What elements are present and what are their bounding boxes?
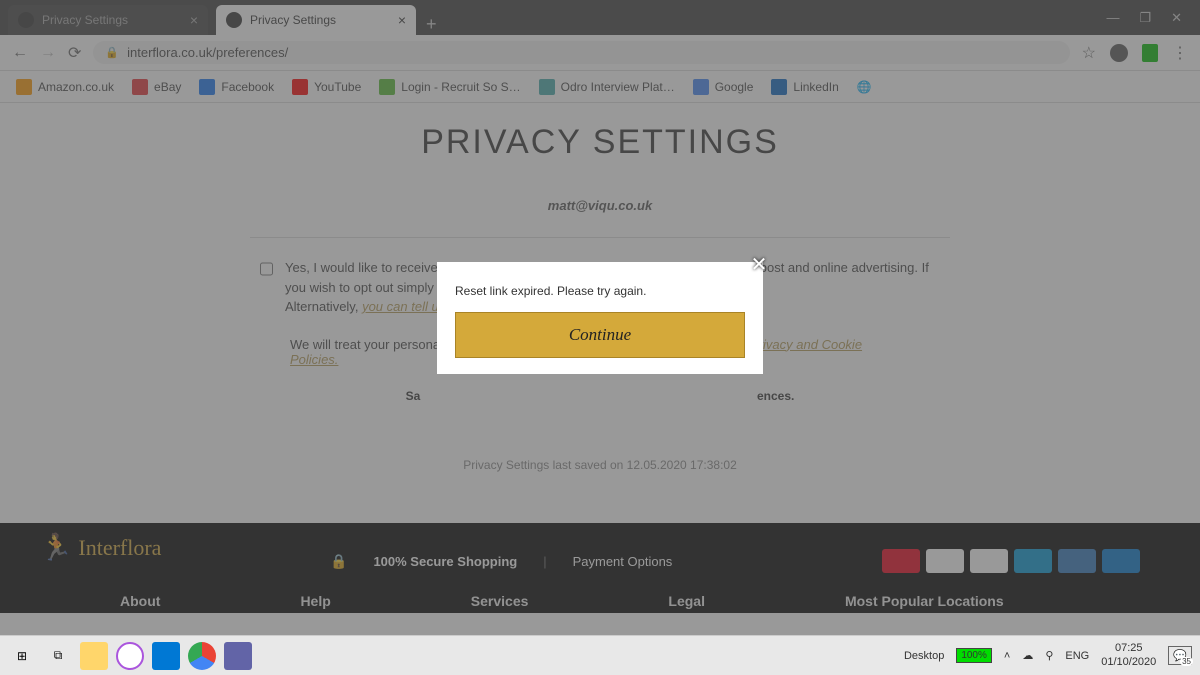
chrome-icon[interactable]	[188, 642, 216, 670]
clock[interactable]: 07:25 01/10/2020	[1101, 642, 1156, 668]
desktop-toolbar[interactable]: Desktop	[904, 650, 944, 662]
task-view-icon[interactable]: ⧉	[44, 642, 72, 670]
close-modal-button[interactable]: ✕	[747, 254, 771, 278]
tray-chevron-icon[interactable]: ˄	[1004, 650, 1010, 662]
continue-button[interactable]: Continue	[455, 312, 745, 358]
teams-icon[interactable]	[224, 642, 252, 670]
modal-overlay: ✕ Reset link expired. Please try again. …	[0, 0, 1200, 635]
modal-message: Reset link expired. Please try again.	[455, 284, 745, 298]
file-explorer-icon[interactable]	[80, 642, 108, 670]
windows-taskbar: ⊞ ⧉ Desktop 100% ˄ ☁ ⚲ ENG 07:25 01/10/2…	[0, 635, 1200, 675]
outlook-icon[interactable]	[152, 642, 180, 670]
onedrive-icon[interactable]: ☁	[1022, 649, 1033, 662]
notification-center[interactable]: 💬35	[1168, 646, 1192, 665]
battery-indicator[interactable]: 100%	[956, 648, 992, 663]
security-icon[interactable]: ⚲	[1045, 649, 1053, 662]
language-indicator[interactable]: ENG	[1065, 650, 1089, 662]
reset-expired-modal: ✕ Reset link expired. Please try again. …	[437, 262, 763, 374]
browser-icon[interactable]	[116, 642, 144, 670]
start-button[interactable]: ⊞	[8, 642, 36, 670]
